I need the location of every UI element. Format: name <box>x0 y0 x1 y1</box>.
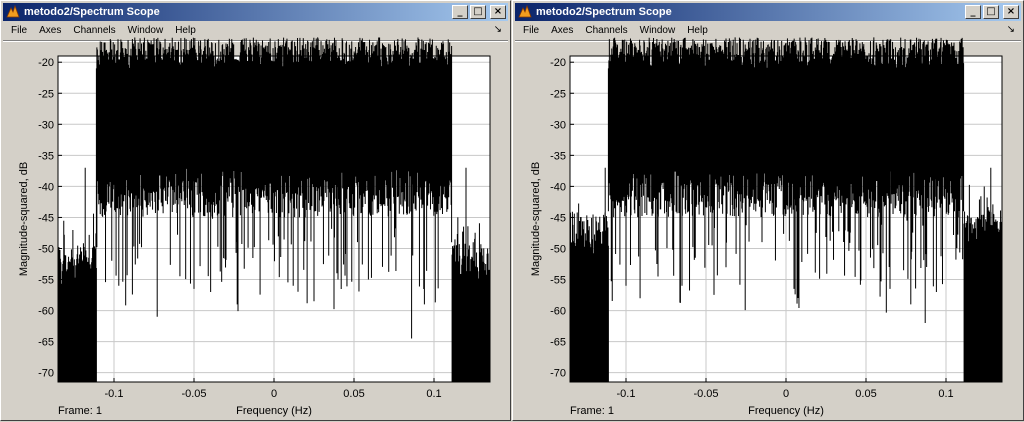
x-tick-label: 0.05 <box>343 388 364 400</box>
y-tick-label: -65 <box>550 337 566 349</box>
frame-label: Frame: 1 <box>58 405 102 417</box>
frame-label: Frame: 1 <box>570 405 614 417</box>
x-tick-label: -0.05 <box>693 388 718 400</box>
spectrum-scope-window-right[interactable]: metodo2/Spectrum Scope _ □ × File Axes C… <box>512 0 1024 421</box>
y-axis-label: Magnitude-squared, dB <box>530 162 542 276</box>
y-tick-label: -35 <box>38 150 54 162</box>
x-tick-label: -0.1 <box>105 388 124 400</box>
y-tick-label: -60 <box>38 306 54 318</box>
y-tick-label: -60 <box>550 306 566 318</box>
y-tick-label: -55 <box>38 275 54 287</box>
y-tick-label: -20 <box>38 57 54 69</box>
y-tick-label: -70 <box>550 368 566 380</box>
y-tick-label: -25 <box>550 88 566 100</box>
y-tick-label: -20 <box>550 57 566 69</box>
x-tick-label: -0.1 <box>617 388 636 400</box>
x-tick-label: 0.1 <box>426 388 441 400</box>
y-tick-label: -50 <box>550 243 566 255</box>
y-tick-label: -25 <box>38 88 54 100</box>
y-tick-label: -35 <box>550 150 566 162</box>
y-tick-label: -45 <box>550 212 566 224</box>
y-tick-label: -70 <box>38 368 54 380</box>
x-tick-label: 0.05 <box>855 388 876 400</box>
x-axis-label: Frequency (Hz) <box>236 405 312 417</box>
y-tick-label: -30 <box>550 119 566 131</box>
x-tick-label: 0.1 <box>938 388 953 400</box>
x-axis-label: Frequency (Hz) <box>748 405 824 417</box>
y-tick-label: -40 <box>550 181 566 193</box>
y-tick-label: -40 <box>38 181 54 193</box>
y-tick-label: -45 <box>38 212 54 224</box>
x-tick-label: 0 <box>271 388 277 400</box>
x-tick-label: 0 <box>783 388 789 400</box>
y-tick-label: -30 <box>38 119 54 131</box>
x-tick-label: -0.05 <box>181 388 206 400</box>
y-tick-label: -55 <box>550 275 566 287</box>
y-tick-label: -65 <box>38 337 54 349</box>
y-axis-label: Magnitude-squared, dB <box>18 162 30 276</box>
y-tick-label: -50 <box>38 243 54 255</box>
spectrum-plot[interactable]: -0.1 -0.05 0 0.05 0.1 -20 -25 -30 -35 -40 -45 -50 -5… <box>1 1 512 422</box>
spectrum-plot[interactable]: -0.1 -0.05 0 0.05 0.1 -20 -25 -30 -35 -40 -45 -50 -5… <box>513 1 1024 422</box>
spectrum-scope-window-left[interactable]: metodo2/Spectrum Scope _ □ × File Axes C… <box>0 0 511 421</box>
